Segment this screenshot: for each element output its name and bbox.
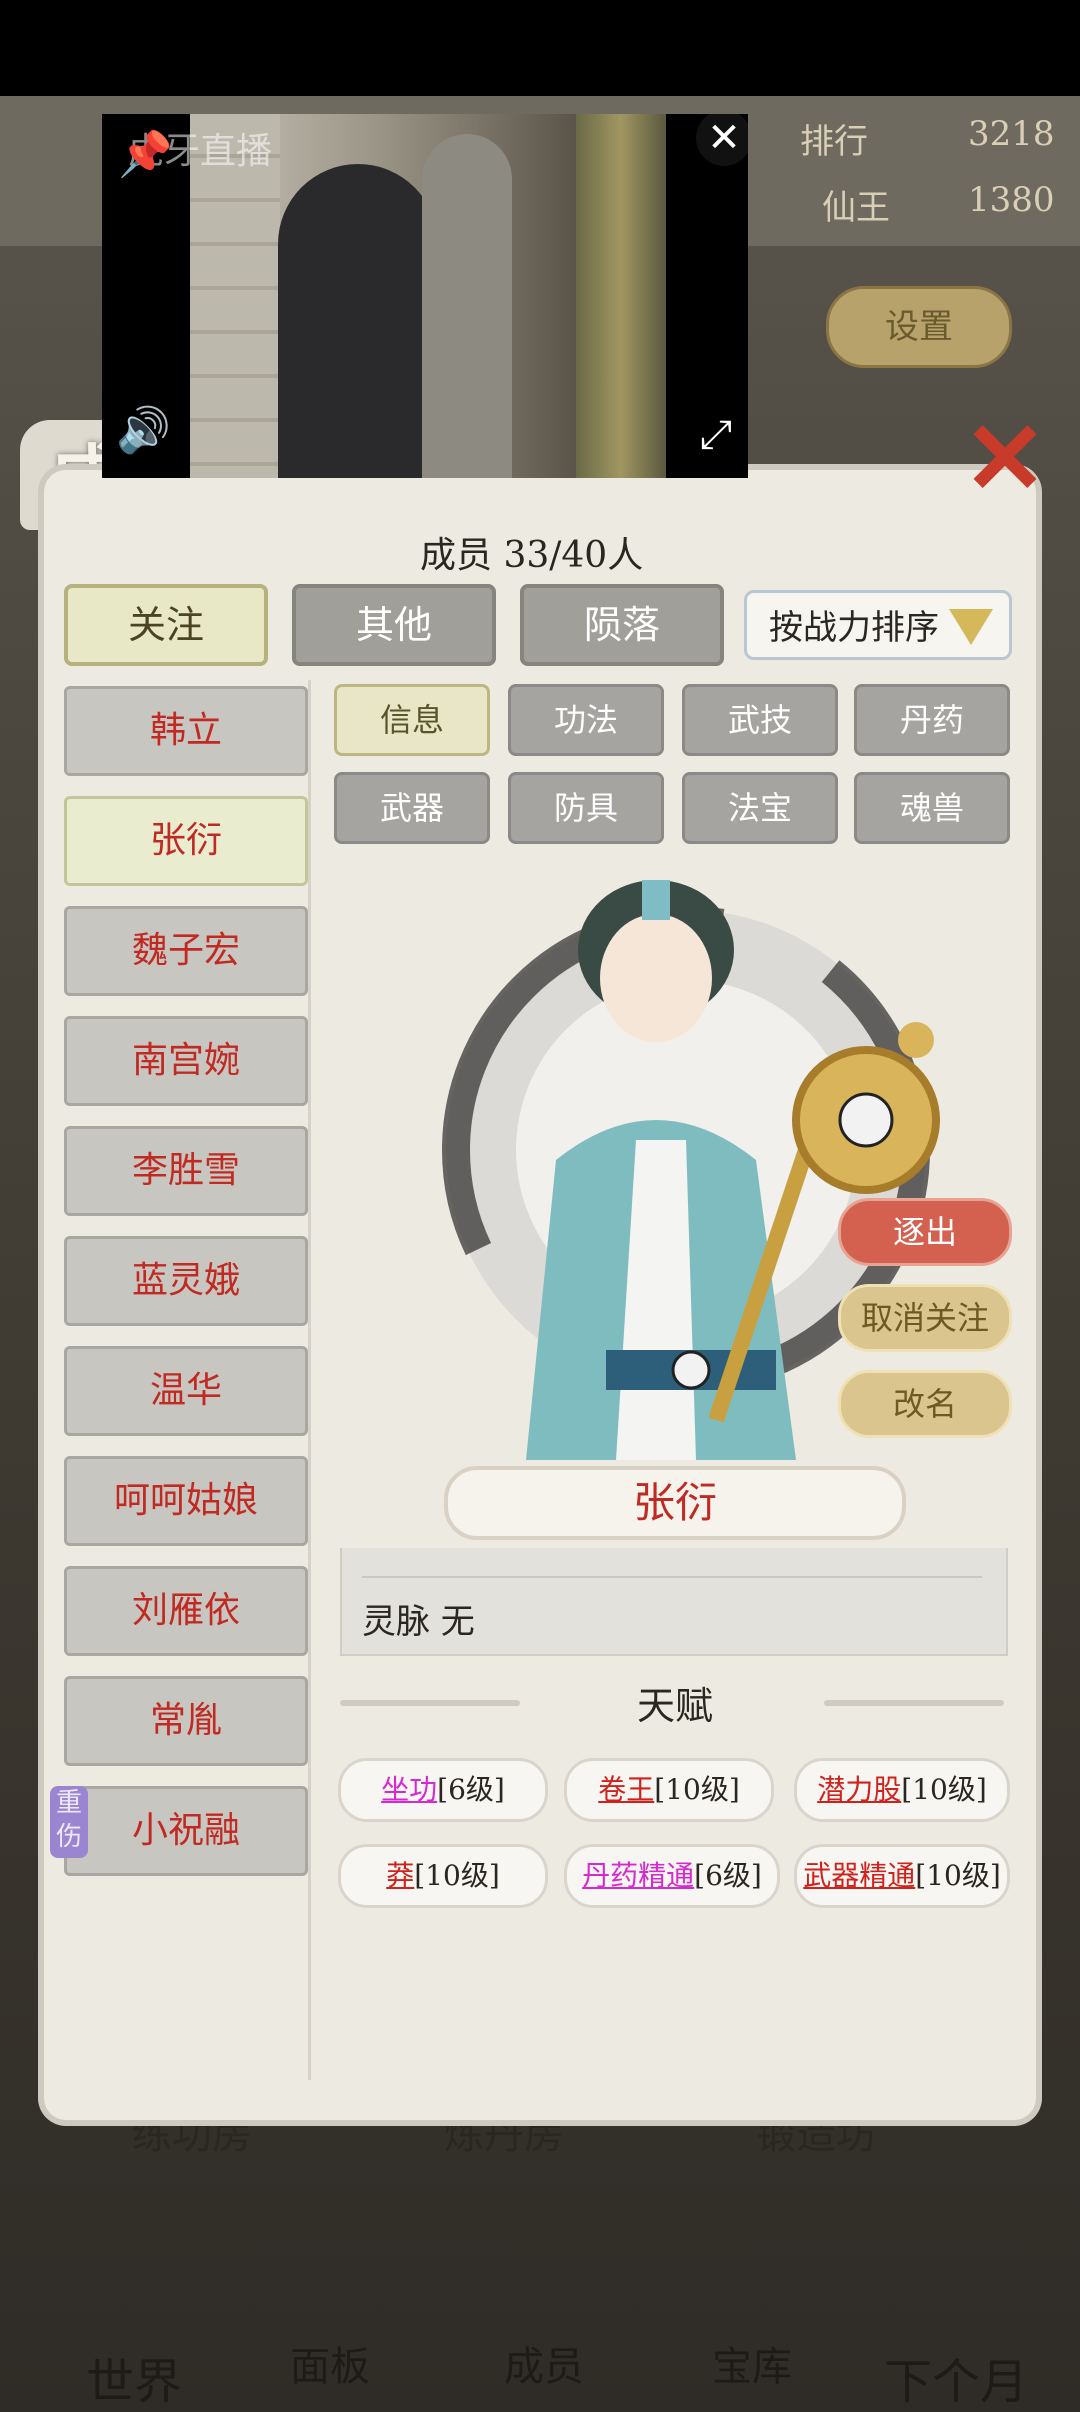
talent-name: 武器精通 — [803, 1859, 916, 1892]
talent-name: 丹药精通 — [582, 1859, 695, 1892]
fullscreen-icon[interactable]: ⤢ — [700, 412, 732, 458]
talent-level: [6级] — [437, 1773, 505, 1806]
tab-following[interactable]: 关注 — [64, 584, 268, 666]
member-item[interactable]: 温华 — [64, 1346, 308, 1436]
settings-button[interactable]: 设置 — [826, 286, 1012, 368]
title-value: 1380 — [968, 180, 1055, 220]
info-box: 灵脉 无 — [340, 1548, 1008, 1656]
talent-item[interactable]: 卷王[10级] — [564, 1758, 774, 1822]
talent-level: [6级] — [694, 1859, 762, 1892]
member-name: 小祝融 — [131, 1810, 240, 1851]
talent-item[interactable]: 丹药精通[6级] — [564, 1844, 780, 1908]
tab-others[interactable]: 其他 — [292, 584, 496, 666]
talent-title: 天赋 — [636, 1684, 713, 1728]
list-divider — [308, 680, 311, 2080]
member-item[interactable]: 李胜雪 — [64, 1126, 308, 1216]
video-person — [278, 164, 438, 478]
detail-tab-armor[interactable]: 防具 — [508, 772, 664, 844]
rank-value: 3218 — [968, 114, 1055, 154]
dropdown-arrow-icon — [949, 609, 993, 645]
talent-name: 坐功 — [381, 1773, 438, 1806]
member-count: 成员 33/40人 — [420, 535, 644, 576]
tab-fallen[interactable]: 陨落 — [520, 584, 724, 666]
rename-button[interactable]: 改名 — [838, 1370, 1012, 1438]
detail-tab-treasure[interactable]: 法宝 — [682, 772, 838, 844]
pin-icon[interactable]: 📌 — [118, 128, 173, 180]
sort-label: 按战力排序 — [769, 608, 939, 648]
member-list: 韩立 张衍 魏子宏 南宫婉 李胜雪 蓝灵娥 温华 呵呵姑娘 刘雁依 常胤 小祝融… — [50, 686, 308, 1886]
bottom-tab-next-month[interactable]: 下个月 — [856, 2342, 1056, 2412]
title-label: 仙王 — [822, 188, 890, 228]
video-bamboo — [576, 114, 666, 478]
member-item[interactable]: 呵呵姑娘 — [64, 1456, 308, 1546]
member-item[interactable]: 南宫婉 — [64, 1016, 308, 1106]
close-icon[interactable]: ✕ — [696, 114, 748, 166]
talent-item[interactable]: 坐功[6级] — [338, 1758, 548, 1822]
talent-item[interactable]: 莽[10级] — [338, 1844, 548, 1908]
expel-button[interactable]: 逐出 — [838, 1198, 1012, 1266]
close-panel-icon[interactable]: ✕ — [960, 408, 1050, 508]
bottom-tab-members[interactable]: 成员 — [444, 2334, 644, 2404]
member-item[interactable]: 刘雁依 — [64, 1566, 308, 1656]
detail-tab-weapon[interactable]: 武器 — [334, 772, 490, 844]
talent-level: [10级] — [414, 1859, 500, 1892]
talent-deco-right — [824, 1700, 1004, 1706]
member-item[interactable]: 常胤 — [64, 1676, 308, 1766]
detail-tab-info[interactable]: 信息 — [334, 684, 490, 756]
bottom-tab-world[interactable]: 世界 — [34, 2342, 234, 2412]
video-person — [422, 134, 512, 478]
selected-member-name: 张衍 — [444, 1466, 906, 1540]
talent-deco-left — [340, 1700, 520, 1706]
talent-level: [10级] — [901, 1773, 987, 1806]
talent-level: [10级] — [654, 1773, 740, 1806]
injury-badge: 重伤 — [50, 1786, 88, 1858]
member-item[interactable]: 韩立 — [64, 686, 308, 776]
detail-tab-martial[interactable]: 武技 — [682, 684, 838, 756]
member-item[interactable]: 魏子宏 — [64, 906, 308, 996]
detail-tab-skills[interactable]: 功法 — [508, 684, 664, 756]
talent-name: 潜力股 — [817, 1773, 902, 1806]
bottom-tab-treasury[interactable]: 宝库 — [652, 2334, 852, 2404]
member-item[interactable]: 小祝融 — [64, 1786, 308, 1876]
talent-name: 卷王 — [598, 1773, 655, 1806]
member-item[interactable]: 蓝灵娥 — [64, 1236, 308, 1326]
bottom-tab-panel[interactable]: 面板 — [230, 2334, 430, 2404]
unfollow-button[interactable]: 取消关注 — [838, 1284, 1012, 1352]
info-divider — [362, 1576, 982, 1578]
volume-icon[interactable]: 🔊 — [116, 404, 171, 456]
status-bar — [0, 0, 1080, 96]
detail-tab-pills[interactable]: 丹药 — [854, 684, 1010, 756]
floating-video-player[interactable]: 虎牙直播 📌 ✕ 🔊 ⤢ — [102, 114, 748, 478]
talent-name: 莽 — [386, 1859, 415, 1892]
spirit-vein-row: 灵脉 无 — [362, 1602, 475, 1642]
member-item-selected[interactable]: 张衍 — [64, 796, 308, 886]
detail-tab-beast[interactable]: 魂兽 — [854, 772, 1010, 844]
talent-item[interactable]: 武器精通[10级] — [794, 1844, 1010, 1908]
talent-item[interactable]: 潜力股[10级] — [794, 1758, 1010, 1822]
injury-badge-text: 重伤 — [55, 1788, 82, 1852]
talent-level: [10级] — [915, 1859, 1001, 1892]
sort-dropdown[interactable]: 按战力排序 — [744, 590, 1012, 660]
rank-label: 排行 — [800, 122, 868, 162]
